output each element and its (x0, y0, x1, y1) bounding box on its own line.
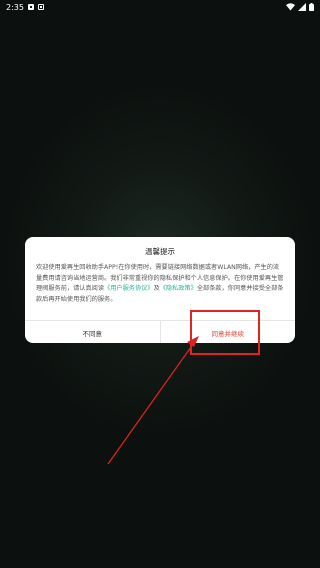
screen: 2:35 温馨提示 欢迎使用爱再生回收助手APP!在你使用时，需要链接网络数据或… (0, 0, 320, 568)
annotation-arrow (107, 336, 199, 465)
